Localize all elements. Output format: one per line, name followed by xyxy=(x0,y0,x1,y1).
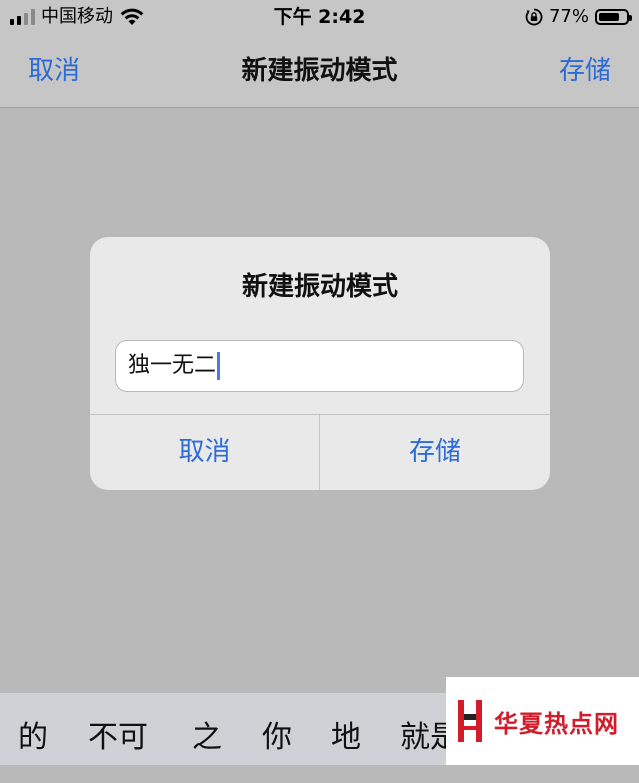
alert-title: 新建振动模式 xyxy=(241,272,398,302)
navigation-bar: 取消 新建振动模式 存储 xyxy=(0,34,639,108)
vibration-name-value: 独一无二 xyxy=(128,353,217,378)
alert-save-button[interactable]: 存储 xyxy=(320,415,550,490)
alert-cancel-button[interactable]: 取消 xyxy=(90,415,319,490)
candidate-item[interactable]: 地 xyxy=(331,693,361,765)
rotation-lock-icon xyxy=(525,8,543,26)
battery-icon xyxy=(595,9,632,25)
nav-title: 新建振动模式 xyxy=(241,56,398,86)
candidate-item[interactable]: 的 xyxy=(18,693,48,765)
vibration-name-input[interactable]: 独一无二 xyxy=(115,340,524,392)
watermark: 华夏热点网 xyxy=(446,677,639,765)
candidate-item[interactable]: 不可 xyxy=(88,693,148,765)
candidate-item[interactable]: 你 xyxy=(262,693,292,765)
battery-percent: 77% xyxy=(548,6,589,27)
status-bar-right: 77% xyxy=(525,5,632,29)
text-cursor xyxy=(217,352,221,380)
new-vibration-alert: 新建振动模式 独一无二 取消 存储 xyxy=(90,237,550,490)
watermark-logo-icon xyxy=(458,700,482,742)
nav-save-button[interactable]: 存储 xyxy=(559,34,611,108)
watermark-text: 华夏热点网 xyxy=(494,709,619,738)
status-bar: 中国移动 下午 2:42 77% xyxy=(0,0,639,34)
candidate-item[interactable]: 之 xyxy=(192,693,222,765)
